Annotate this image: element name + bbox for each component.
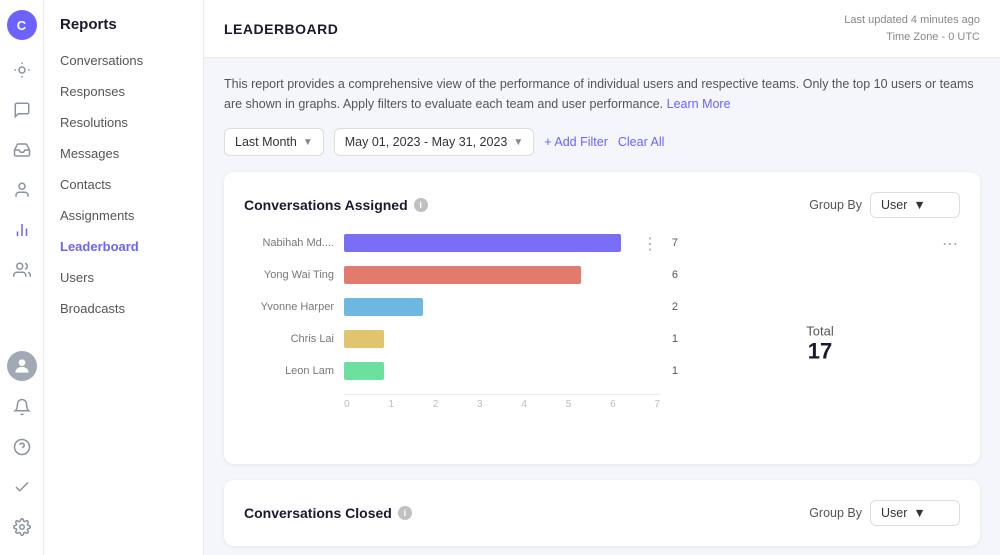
- nav-icon-users[interactable]: [4, 252, 40, 288]
- rail-bottom-icons: [4, 351, 40, 545]
- bar-fill: [344, 362, 384, 380]
- bar-row: Chris Lai 1: [244, 330, 660, 348]
- bar-label: Yvonne Harper: [244, 301, 334, 313]
- donut-center: Total 17: [806, 324, 833, 365]
- group-by-value: User: [881, 198, 907, 212]
- conversations-assigned-card: Conversations Assigned i Group By User ▼…: [224, 172, 980, 464]
- bar-fill: [344, 234, 621, 252]
- nav-icon-help[interactable]: [4, 429, 40, 465]
- closed-card-title: Conversations Closed i: [244, 505, 412, 521]
- user-profile-avatar[interactable]: [7, 351, 37, 381]
- group-by-control: Group By User ▼: [809, 192, 960, 218]
- closed-info-icon[interactable]: i: [398, 506, 412, 520]
- nav-icon-contacts[interactable]: [4, 172, 40, 208]
- bar-container: 1: [344, 362, 660, 380]
- sidebar-item-contacts[interactable]: Contacts: [44, 169, 203, 200]
- sidebar-item-leaderboard[interactable]: Leaderboard: [44, 231, 203, 262]
- sidebar-item-conversations[interactable]: Conversations: [44, 45, 203, 76]
- bar-fill: [344, 298, 423, 316]
- card-header: Conversations Assigned i Group By User ▼: [244, 192, 960, 218]
- filters-bar: Last Month ▼ May 01, 2023 - May 31, 2023…: [224, 128, 980, 156]
- main-content: LEADERBOARD Last updated 4 minutes ago T…: [204, 0, 1000, 555]
- card-title-text: Conversations Assigned: [244, 197, 408, 213]
- bar-row: Yong Wai Ting 6: [244, 266, 660, 284]
- bar-row: Nabihah Md.... 7: [244, 234, 660, 252]
- add-filter-button[interactable]: Add Filter: [544, 135, 608, 149]
- bar-label: Nabihah Md....: [244, 237, 334, 249]
- bar-container: 7: [344, 234, 660, 252]
- conversations-closed-card: Conversations Closed i Group By User ▼: [224, 480, 980, 546]
- date-range-label: May 01, 2023 - May 31, 2023: [345, 135, 508, 149]
- closed-card-title-text: Conversations Closed: [244, 505, 392, 521]
- donut-total-label: Total: [806, 324, 833, 339]
- sidebar-item-users[interactable]: Users: [44, 262, 203, 293]
- learn-more-link[interactable]: Learn More: [667, 97, 731, 111]
- sidebar-item-responses[interactable]: Responses: [44, 76, 203, 107]
- last-updated-text: Last updated 4 minutes ago: [844, 12, 980, 29]
- page-title: LEADERBOARD: [224, 21, 338, 37]
- bar-label: Leon Lam: [244, 365, 334, 377]
- donut-more-icon[interactable]: ⋯: [942, 234, 960, 254]
- period-chevron-icon: ▼: [303, 137, 313, 148]
- sidebar-item-resolutions[interactable]: Resolutions: [44, 107, 203, 138]
- nav-icon-home[interactable]: [4, 52, 40, 88]
- bar-value: 7: [672, 237, 678, 249]
- report-description: This report provides a comprehensive vie…: [224, 74, 980, 114]
- bar-fill: [344, 330, 384, 348]
- bar-container: 6: [344, 266, 660, 284]
- closed-card-header: Conversations Closed i Group By User ▼: [244, 500, 960, 526]
- icon-rail: C: [0, 0, 44, 555]
- nav-icon-inbox[interactable]: [4, 132, 40, 168]
- topbar: LEADERBOARD Last updated 4 minutes ago T…: [204, 0, 1000, 58]
- sidebar-item-assignments[interactable]: Assignments: [44, 200, 203, 231]
- bar-value: 1: [672, 365, 678, 377]
- bar-container: 1: [344, 330, 660, 348]
- card-title: Conversations Assigned i: [244, 197, 428, 213]
- bar-value: 6: [672, 269, 678, 281]
- date-range-filter[interactable]: May 01, 2023 - May 31, 2023 ▼: [334, 128, 535, 156]
- group-by-select[interactable]: User ▼: [870, 192, 960, 218]
- donut-total-value: 17: [806, 339, 833, 365]
- bar-chart-area: ⋮ Nabihah Md.... 7 Yong Wai Ting 6 Yvonn…: [244, 234, 660, 444]
- bar-chart: Nabihah Md.... 7 Yong Wai Ting 6 Yvonne …: [244, 234, 660, 380]
- closed-group-by-label: Group By: [809, 506, 862, 520]
- bar-row: Leon Lam 1: [244, 362, 660, 380]
- closed-group-by-select[interactable]: User ▼: [870, 500, 960, 526]
- bar-axis: 0 1 2 3 4 5 6 7: [344, 394, 660, 410]
- nav-icon-bell[interactable]: [4, 389, 40, 425]
- closed-group-by-value: User: [881, 506, 907, 520]
- group-by-chevron-icon: ▼: [913, 198, 925, 212]
- sidebar-item-broadcasts[interactable]: Broadcasts: [44, 293, 203, 324]
- info-icon[interactable]: i: [414, 198, 428, 212]
- nav-icon-settings[interactable]: [4, 509, 40, 545]
- bar-row: Yvonne Harper 2: [244, 298, 660, 316]
- nav-icon-reports[interactable]: [4, 212, 40, 248]
- bar-label: Chris Lai: [244, 333, 334, 345]
- bar-value: 2: [672, 301, 678, 313]
- last-updated-meta: Last updated 4 minutes ago Time Zone - 0…: [844, 12, 980, 45]
- bar-fill: [344, 266, 581, 284]
- sidebar-item-messages[interactable]: Messages: [44, 138, 203, 169]
- closed-group-by-chevron-icon: ▼: [913, 506, 925, 520]
- bar-label: Yong Wai Ting: [244, 269, 334, 281]
- clear-filter-button[interactable]: Clear All: [618, 135, 665, 149]
- closed-group-by-control: Group By User ▼: [809, 500, 960, 526]
- nav-icon-chat[interactable]: [4, 92, 40, 128]
- bar-value: 1: [672, 333, 678, 345]
- content-area: This report provides a comprehensive vie…: [204, 58, 1000, 555]
- bar-container: 2: [344, 298, 660, 316]
- card-body: ⋮ Nabihah Md.... 7 Yong Wai Ting 6 Yvonn…: [244, 234, 960, 444]
- group-by-label: Group By: [809, 198, 862, 212]
- date-range-chevron-icon: ▼: [513, 137, 523, 148]
- sidebar-title: Reports: [44, 0, 203, 45]
- period-label: Last Month: [235, 135, 297, 149]
- donut-chart-area: ⋯ Total 17: [680, 234, 960, 444]
- nav-icon-check[interactable]: [4, 469, 40, 505]
- sidebar: Reports Conversations Responses Resoluti…: [44, 0, 204, 555]
- user-avatar-initials[interactable]: C: [7, 10, 37, 40]
- period-filter[interactable]: Last Month ▼: [224, 128, 324, 156]
- donut-wrapper: Total 17: [720, 244, 920, 444]
- timezone-text: Time Zone - 0 UTC: [844, 29, 980, 46]
